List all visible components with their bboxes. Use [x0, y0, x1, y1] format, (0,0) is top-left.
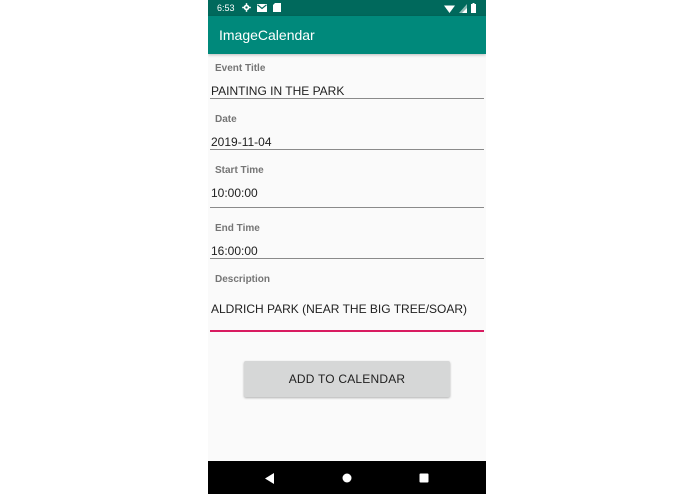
wifi-icon [444, 4, 455, 15]
start-time-label: Start Time [215, 165, 264, 176]
start-time-underline [210, 207, 484, 208]
date-input[interactable]: 2019-11-04 [211, 135, 272, 149]
app-bar: ImageCalendar [208, 16, 486, 54]
phone-screen: 6:53 ImageCalendar Event Title PAINTING … [208, 0, 486, 494]
signal-icon [459, 3, 467, 15]
date-underline [210, 149, 484, 150]
start-time-field[interactable]: Start Time 10:00:00 [210, 162, 484, 210]
description-field[interactable]: Description ALDRICH PARK (NEAR THE BIG T… [210, 271, 484, 333]
gear-icon [242, 3, 251, 14]
status-notification-icons [242, 3, 281, 14]
end-time-label: End Time [215, 223, 260, 234]
navigation-bar [208, 461, 486, 494]
home-icon[interactable] [339, 470, 355, 486]
event-title-underline [210, 98, 484, 99]
description-underline [210, 330, 484, 332]
event-title-label: Event Title [215, 63, 266, 74]
event-title-input[interactable]: PAINTING IN THE PARK [211, 84, 344, 98]
app-title: ImageCalendar [219, 27, 315, 43]
battery-icon [471, 3, 476, 15]
sd-card-icon [273, 3, 281, 14]
end-time-field[interactable]: End Time 16:00:00 [210, 220, 484, 260]
add-to-calendar-button[interactable]: ADD TO CALENDAR [244, 361, 450, 397]
end-time-input[interactable]: 16:00:00 [211, 244, 258, 258]
description-label: Description [215, 274, 271, 285]
start-time-input[interactable]: 10:00:00 [211, 186, 258, 200]
status-bar: 6:53 [208, 0, 486, 16]
status-time: 6:53 [217, 3, 235, 13]
description-input[interactable]: ALDRICH PARK (NEAR THE BIG TREE/SOAR) [211, 302, 467, 316]
event-title-field[interactable]: Event Title PAINTING IN THE PARK [210, 60, 484, 100]
date-label: Date [215, 114, 237, 125]
mail-icon [257, 3, 267, 14]
recents-icon[interactable] [416, 470, 432, 486]
back-icon[interactable] [262, 470, 278, 486]
status-system-icons [444, 3, 476, 15]
date-field[interactable]: Date 2019-11-04 [210, 111, 484, 151]
end-time-underline [210, 258, 484, 259]
